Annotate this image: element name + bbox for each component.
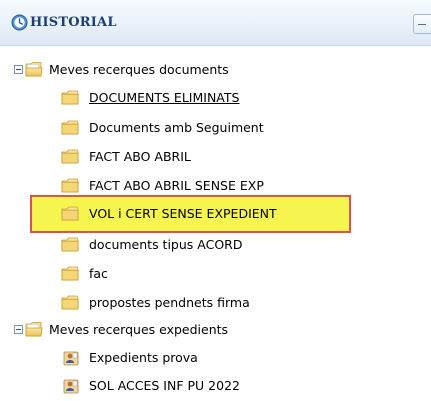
tree-item-documents-tipus-acord[interactable]: documents tipus ACORD (0, 234, 431, 256)
tree-item-label: DOCUMENTS ELIMINATS (89, 90, 240, 105)
tree-item-label: FACT ABO ABRIL (89, 149, 191, 164)
tree-item-label: propostes pendnets firma (89, 295, 250, 310)
tree-node-expedients[interactable]: Meves recerques expedients (0, 319, 431, 341)
folder-icon (61, 237, 79, 252)
tree-item-documents-eliminats[interactable]: DOCUMENTS ELIMINATS (0, 87, 431, 109)
tree-item-label: Documents amb Seguiment (89, 120, 264, 135)
folder-icon (61, 266, 79, 281)
tree-item-label: VOL i CERT SENSE EXPEDIENT (89, 206, 277, 221)
tree-item-vol-i-cert-sense-expedient[interactable]: VOL i CERT SENSE EXPEDIENT (0, 203, 431, 225)
tree-item-propostes-pendnets-firma[interactable]: propostes pendnets firma (0, 292, 431, 314)
tree-node-label: Meves recerques expedients (49, 322, 229, 337)
tree-node-label: Meves recerques documents (49, 62, 229, 77)
tree-item-documents-amb-seguiment[interactable]: Documents amb Seguiment (0, 117, 431, 139)
history-clock-icon (11, 14, 28, 31)
tree-item-fact-abo-abril-sense-exp[interactable]: FACT ABO ABRIL SENSE EXP (0, 175, 431, 197)
collapse-button[interactable] (413, 14, 431, 34)
panel-title: HISTORIAL (30, 15, 117, 30)
open-folder-icon (25, 62, 43, 77)
tree-item-fact-abo-abril[interactable]: FACT ABO ABRIL (0, 146, 431, 168)
folder-icon (61, 120, 79, 135)
collapse-toggle-icon[interactable] (14, 325, 23, 334)
expedient-icon (63, 378, 79, 394)
folder-icon (61, 295, 79, 310)
folder-icon (61, 90, 79, 105)
tree-item-label: SOL ACCES INF PU 2022 (89, 378, 240, 393)
tree-item-label: fac (89, 266, 108, 281)
tree-item-expedients-prova[interactable]: Expedients prova (0, 347, 431, 369)
tree-item-sol-acces-inf-pu-2022[interactable]: SOL ACCES INF PU 2022 (0, 375, 431, 397)
folder-icon (61, 178, 79, 193)
tree-node-documents[interactable]: Meves recerques documents (0, 59, 431, 81)
tree-item-label: Expedients prova (89, 350, 198, 365)
tree-item-label: documents tipus ACORD (89, 237, 243, 252)
folder-icon (61, 206, 79, 221)
open-folder-icon (25, 322, 43, 337)
collapse-toggle-icon[interactable] (14, 65, 23, 74)
folder-icon (61, 149, 79, 164)
expedient-icon (63, 350, 79, 366)
tree-item-fac[interactable]: fac (0, 263, 431, 285)
panel-header: HISTORIAL (0, 0, 431, 46)
tree-item-label: FACT ABO ABRIL SENSE EXP (89, 178, 264, 193)
